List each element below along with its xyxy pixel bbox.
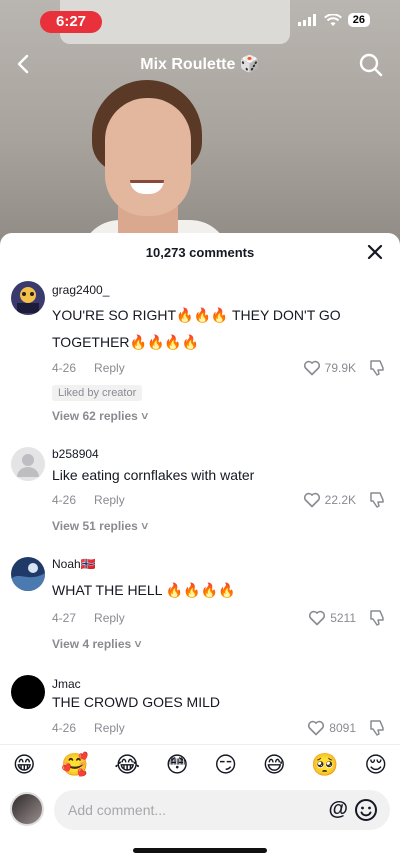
heart-icon — [308, 720, 325, 736]
comment-text-line: Like eating cornflakes with water — [52, 467, 255, 483]
view-replies-label: View 51 replies — [52, 519, 138, 533]
comment-text: THE CROWD GOES MILD — [52, 689, 342, 716]
view-replies-label: View 4 replies — [52, 637, 132, 651]
like-count: 8091 — [329, 721, 356, 735]
view-replies-button[interactable]: View 4 replies ˅ — [52, 637, 142, 651]
heart-icon — [309, 610, 326, 626]
emoji-button[interactable]: 😁 — [13, 753, 36, 776]
heart-icon — [303, 360, 320, 376]
status-time: 6:27 — [40, 11, 102, 33]
video-person-face — [105, 98, 191, 216]
emoji-button[interactable]: 🥰 — [61, 753, 88, 776]
avatar[interactable] — [11, 557, 45, 591]
like-button[interactable]: 5211 — [308, 610, 356, 626]
my-avatar — [10, 792, 44, 826]
wifi-icon — [323, 13, 342, 26]
comment-text: WHAT THE HELL 🔥🔥🔥🔥 — [52, 577, 342, 604]
like-button[interactable]: 8091 — [307, 720, 356, 736]
emoji-button[interactable]: 😌 — [364, 753, 387, 776]
comment-text: YOU'RE SO RIGHT🔥🔥🔥 THEY DON'T GO TOGETHE… — [52, 302, 342, 356]
signal-icon — [297, 14, 316, 26]
comment-meta: 4-27 Reply — [52, 611, 125, 625]
emoji-button[interactable]: 😅 — [263, 753, 286, 776]
comment-username[interactable]: b258904 — [52, 447, 99, 461]
comment-date: 4-26 — [52, 361, 77, 375]
comment-text-line: THE CROWD GOES MILD — [52, 694, 221, 710]
comment-date: 4-27 — [52, 611, 77, 625]
like-count: 5211 — [330, 611, 356, 625]
view-replies-button[interactable]: View 62 replies ˅ — [52, 409, 148, 423]
comment-input-box[interactable]: @ — [54, 790, 390, 830]
comment-text: Like eating cornflakes with water — [52, 462, 342, 489]
comment-username[interactable]: Noah🇳🇴 — [52, 557, 96, 571]
comment-count: 10,273 comments — [145, 245, 255, 260]
comment-date: 4-26 — [52, 493, 77, 507]
comment-meta: 4-26 Reply — [52, 361, 125, 375]
reply-button[interactable]: Reply — [94, 361, 125, 375]
like-button[interactable]: 22.2K — [303, 492, 356, 508]
comment-meta: 4-26 Reply — [52, 721, 125, 735]
avatar[interactable] — [11, 281, 45, 315]
dislike-icon[interactable] — [368, 491, 386, 509]
emoji-button[interactable]: 🥺 — [311, 753, 338, 776]
view-replies-button[interactable]: View 51 replies ˅ — [52, 519, 148, 533]
page-title: Mix Roulette 🎲 — [140, 56, 260, 73]
comment-text-line: YOU'RE SO RIGHT🔥🔥🔥 THEY DON'T GO — [52, 307, 341, 323]
avatar[interactable] — [11, 447, 45, 481]
comment-text-line: TOGETHER🔥🔥🔥🔥 — [52, 334, 200, 350]
emoji-picker-icon[interactable] — [354, 798, 378, 822]
reply-button[interactable]: Reply — [94, 721, 125, 735]
dislike-icon[interactable] — [368, 609, 386, 627]
status-icons: 26 — [297, 13, 370, 27]
comment-username[interactable]: grag2400_ — [52, 283, 109, 297]
mention-at-button[interactable]: @ — [328, 798, 348, 821]
video-player[interactable]: 6:27 26 Mix Roulette 🎲 — [0, 0, 400, 250]
search-icon[interactable] — [358, 52, 384, 78]
chevron-down-icon: ˅ — [134, 637, 142, 651]
comment-meta: 4-26 Reply — [52, 493, 125, 507]
home-indicator — [133, 848, 267, 853]
view-replies-label: View 62 replies — [52, 409, 138, 423]
emoji-button[interactable]: 😳 — [166, 753, 189, 776]
liked-by-creator-badge: Liked by creator — [52, 385, 143, 401]
comment-input-row: @ — [0, 788, 400, 830]
dislike-icon[interactable] — [368, 359, 386, 377]
emoji-quick-bar: 😁 🥰 😂 😳 😏 😅 🥺 😌 — [0, 744, 400, 784]
comment-text-line: WHAT THE HELL 🔥🔥🔥🔥 — [52, 582, 236, 598]
like-button[interactable]: 79.9K — [303, 360, 356, 376]
chevron-down-icon: ˅ — [141, 519, 149, 533]
chevron-down-icon: ˅ — [141, 409, 149, 423]
close-icon[interactable] — [364, 241, 386, 263]
like-count: 22.2K — [324, 493, 356, 507]
emoji-button[interactable]: 😏 — [214, 753, 237, 776]
comment-date: 4-26 — [52, 721, 77, 735]
comment-input[interactable] — [68, 790, 308, 830]
avatar[interactable] — [11, 675, 45, 709]
heart-icon — [303, 492, 320, 508]
like-count: 79.9K — [324, 361, 356, 375]
reply-button[interactable]: Reply — [94, 611, 125, 625]
emoji-button[interactable]: 😂 — [114, 753, 140, 776]
dislike-icon[interactable] — [368, 719, 386, 737]
battery-indicator: 26 — [347, 13, 370, 27]
reply-button[interactable]: Reply — [94, 493, 125, 507]
